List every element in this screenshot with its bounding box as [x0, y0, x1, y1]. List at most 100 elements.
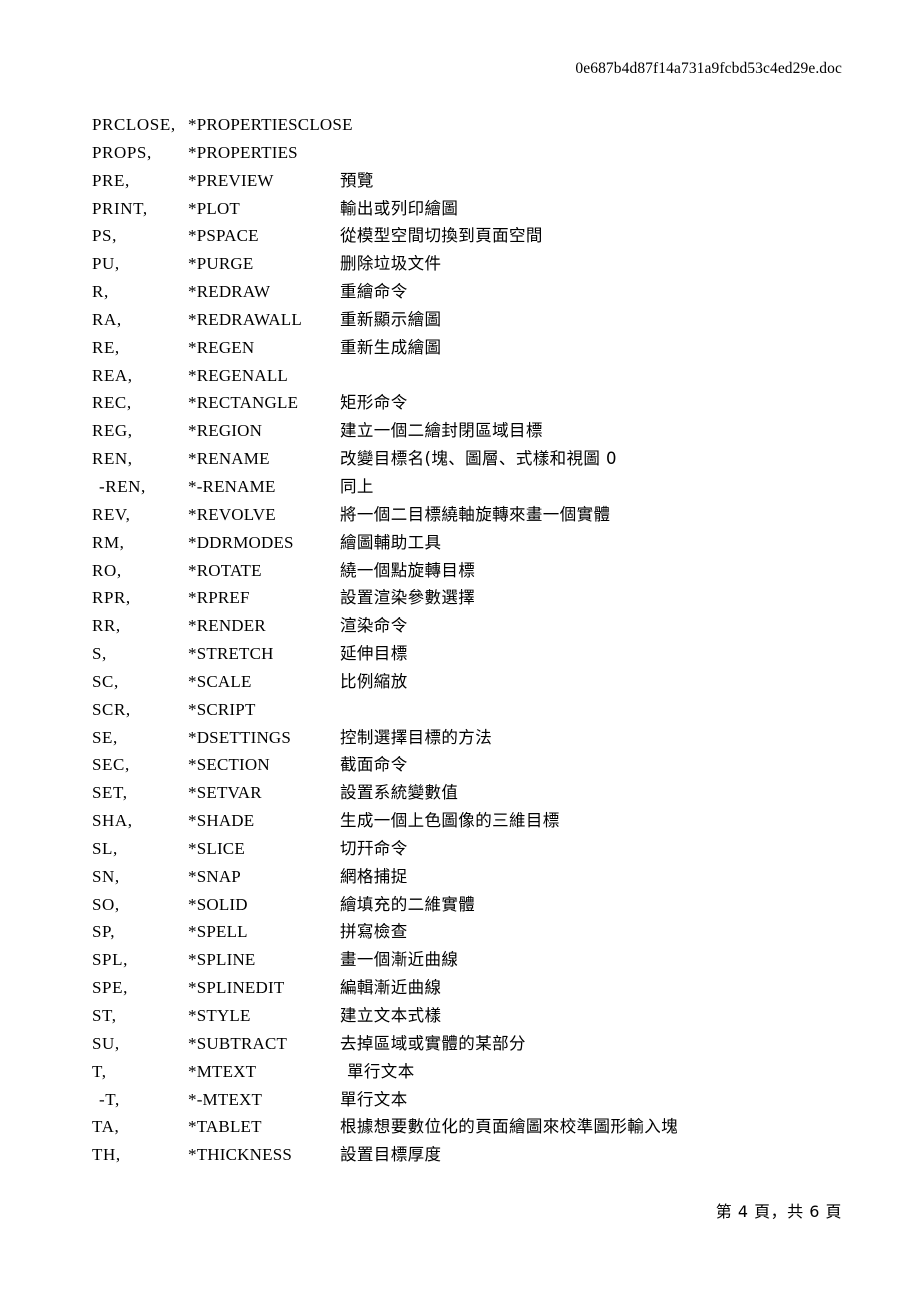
command-cell: *PREVIEW	[188, 170, 274, 190]
alias-cell: TA,	[92, 1117, 120, 1137]
table-row: SE, *DSETTINGS 控制選擇目標的方法	[92, 724, 852, 752]
description-cell: 渲染命令	[340, 616, 408, 636]
table-row: PU, *PURGE 删除垃圾文件	[92, 250, 852, 278]
description-cell: 繪填充的二維實體	[340, 894, 476, 914]
table-row: SCR, *SCRIPT	[92, 696, 852, 724]
document-page: 0e687b4d87f14a731a9fcbd53c4ed29e.doc PRC…	[0, 0, 920, 1302]
description-cell: 根據想要數位化的頁面繪圖來校準圖形輸入塊	[340, 1117, 678, 1137]
command-cell: *SLICE	[188, 838, 245, 858]
table-row: -REN, *-RENAME 同上	[92, 473, 852, 501]
alias-cell: PRE,	[92, 170, 130, 190]
command-cell: *TABLET	[188, 1117, 262, 1137]
table-row: SPE, *SPLINEDIT 編輯漸近曲線	[92, 974, 852, 1002]
table-row: SL, *SLICE 切幵命令	[92, 835, 852, 863]
command-cell: *REGION	[188, 421, 263, 441]
alias-cell: SP,	[92, 922, 116, 942]
alias-cell: SPL,	[92, 950, 128, 970]
alias-cell: REG,	[92, 421, 133, 441]
command-alias-table: PRCLOSE, *PROPERTIESCLOSE PROPS, *PROPERTIE…	[92, 111, 852, 1169]
alias-cell: SE,	[92, 727, 118, 747]
alias-cell: -REN,	[99, 476, 146, 496]
alias-cell: PRCLOSE,	[92, 115, 176, 134]
command-cell: *SOLID	[188, 894, 248, 914]
table-row: -T, *-MTEXT 單行文本	[92, 1086, 852, 1114]
command-cell: *REGENALL	[188, 365, 289, 385]
alias-cell: RA,	[92, 309, 122, 329]
alias-cell: SU,	[92, 1033, 120, 1053]
description-cell: 比例縮放	[340, 671, 408, 691]
description-cell: 建立文本式樣	[340, 1006, 442, 1025]
command-cell: *REDRAW	[188, 282, 271, 302]
table-row: TH, *THICKNESS 設置目標厚度	[92, 1141, 852, 1169]
table-row: ST, *STYLE 建立文本式樣	[92, 1002, 852, 1030]
description-cell: 建立一個二繪封閉區域目標	[340, 421, 543, 441]
table-row: REG, *REGION 建立一個二繪封閉區域目標	[92, 417, 852, 445]
description-cell: 延伸目標	[340, 644, 408, 664]
alias-cell: RM,	[92, 532, 125, 552]
table-row: SPL, *SPLINE 畫一個漸近曲線	[92, 946, 852, 974]
alias-cell: SCR,	[92, 699, 131, 719]
table-row: RE, *REGEN 重新生成繪圖	[92, 334, 852, 362]
description-cell: 重新生成繪圖	[340, 337, 442, 357]
command-cell: *STRETCH	[188, 644, 274, 664]
table-row: T, *MTEXT 單行文本	[92, 1058, 852, 1086]
description-cell: 重繪命令	[340, 282, 408, 302]
alias-cell: ST,	[92, 1006, 117, 1025]
description-cell: 設置系統變數值	[340, 783, 459, 803]
command-cell: *SNAP	[188, 866, 241, 886]
table-row: REC, *RECTANGLE 矩形命令	[92, 389, 852, 417]
command-cell: *RENDER	[188, 616, 266, 636]
alias-cell: R,	[92, 282, 109, 302]
table-row: PS, *PSPACE 從模型空間切換到頁面空間	[92, 222, 852, 250]
description-cell: 網格捕捉	[340, 866, 408, 886]
command-cell: *DDRMODES	[188, 532, 294, 552]
table-row: RO, *ROTATE 繞一個點旋轉目標	[92, 557, 852, 585]
command-cell: *-RENAME	[188, 476, 276, 496]
command-cell: *MTEXT	[188, 1061, 257, 1081]
alias-cell: REC,	[92, 393, 132, 413]
table-row: PRE, *PREVIEW 預覽	[92, 167, 852, 195]
alias-cell: SO,	[92, 894, 120, 914]
description-cell: 預覽	[340, 170, 374, 190]
description-cell: 删除垃圾文件	[340, 254, 442, 274]
description-cell: 重新顯示繪圖	[340, 309, 442, 329]
description-cell: 切幵命令	[340, 838, 408, 858]
table-row: RM, *DDRMODES 繪圖輔助工具	[92, 529, 852, 557]
table-row: PRCLOSE, *PROPERTIESCLOSE	[92, 111, 852, 139]
table-row: REV, *REVOLVE 將一個二目標繞軸旋轉來畫一個實體	[92, 501, 852, 529]
alias-cell: RO,	[92, 560, 122, 580]
alias-cell: TH,	[92, 1145, 121, 1165]
table-row: RPR, *RPREF 設置渲染參數選擇	[92, 584, 852, 612]
page-number-label: 第 4 頁，共 6 頁	[715, 1202, 842, 1221]
command-cell: *ROTATE	[188, 560, 262, 580]
description-cell: 繞一個點旋轉目標	[340, 560, 476, 580]
description-cell: 單行文本	[340, 1089, 408, 1109]
table-row: SC, *SCALE 比例縮放	[92, 668, 852, 696]
document-header: 0e687b4d87f14a731a9fcbd53c4ed29e.doc	[0, 60, 920, 78]
alias-cell: PS,	[92, 226, 117, 246]
description-cell: 生成一個上色圖像的三維目標	[340, 811, 560, 831]
alias-cell: SC,	[92, 671, 119, 691]
command-cell: *PLOT	[188, 198, 240, 218]
command-cell: *PURGE	[188, 254, 254, 274]
alias-cell: REA,	[92, 365, 133, 385]
command-cell: *SECTION	[188, 755, 270, 775]
alias-cell: RR,	[92, 616, 121, 636]
command-cell: *SPLINE	[188, 950, 256, 970]
description-cell: 編輯漸近曲線	[340, 978, 442, 998]
alias-cell: -T,	[99, 1089, 120, 1109]
table-row: SEC, *SECTION 截面命令	[92, 751, 852, 779]
command-cell: *SETVAR	[188, 783, 262, 803]
command-cell: *SCRIPT	[188, 699, 256, 719]
description-cell: 輸出或列印繪圖	[340, 198, 459, 218]
alias-cell: SN,	[92, 866, 120, 886]
alias-cell: SET,	[92, 783, 128, 803]
table-row: REA, *REGENALL	[92, 362, 852, 390]
description-cell: 從模型空間切換到頁面空間	[340, 226, 543, 246]
table-row: REN, *RENAME 改變目標名(塊、圖層、式樣和視圖 0	[92, 445, 852, 473]
description-cell: 單行文本	[347, 1061, 415, 1081]
description-cell: 拼寫檢查	[340, 922, 408, 942]
command-cell: *STYLE	[188, 1006, 251, 1025]
table-row: SO, *SOLID 繪填充的二維實體	[92, 891, 852, 919]
command-cell: *SPELL	[188, 922, 248, 942]
